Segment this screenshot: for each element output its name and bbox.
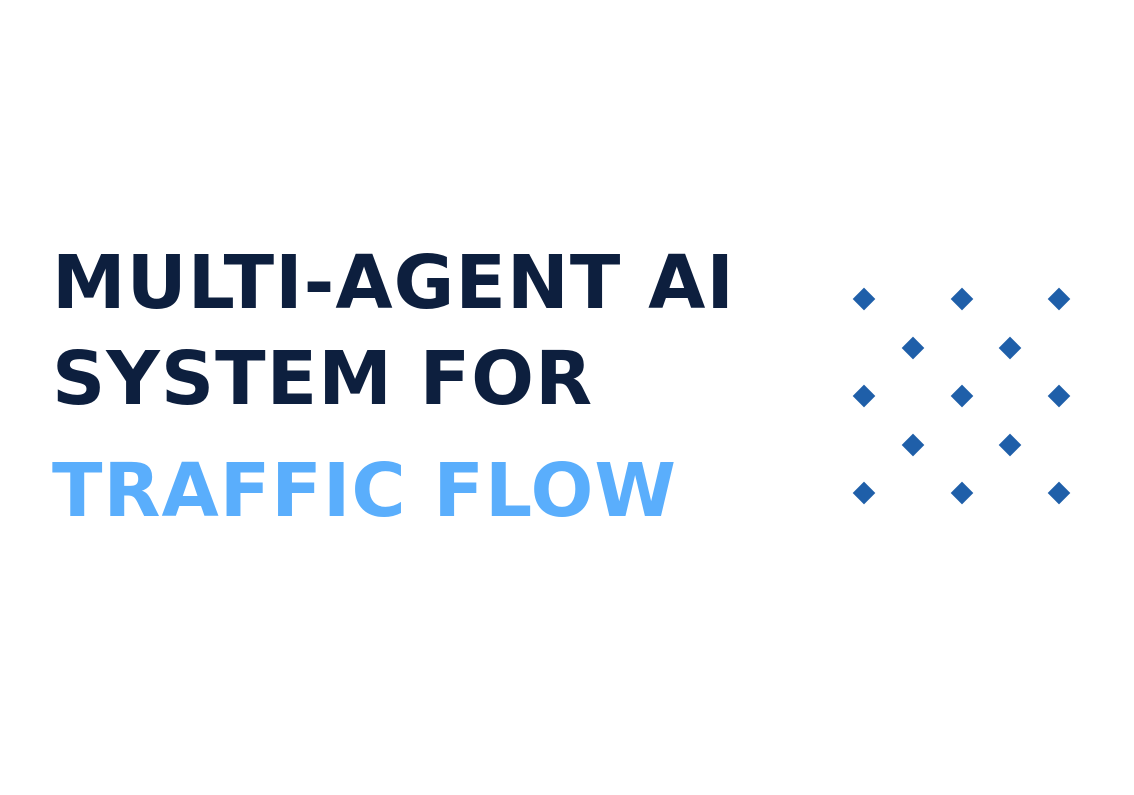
diamond-icon bbox=[950, 481, 974, 505]
title-line-1: MULTI-AGENT AI bbox=[52, 240, 735, 326]
diamond-icon bbox=[901, 336, 925, 360]
diamond-icon bbox=[852, 481, 876, 505]
diamond-lattice-icon bbox=[845, 280, 1085, 520]
title-block: MULTI-AGENT AI SYSTEM FOR TRAFFIC FLOW bbox=[52, 246, 812, 550]
diamond-icon bbox=[852, 287, 876, 311]
diamond-icon bbox=[998, 336, 1022, 360]
diamond-icon bbox=[950, 287, 974, 311]
diamond-icon bbox=[950, 384, 974, 408]
diamond-icon bbox=[1047, 481, 1071, 505]
title-line-2: SYSTEM FOR bbox=[52, 336, 594, 422]
diamond-icon bbox=[852, 384, 876, 408]
diamond-icon bbox=[1047, 384, 1071, 408]
diamond-icon bbox=[998, 433, 1022, 457]
title-line-3-accent: TRAFFIC FLOW bbox=[52, 448, 678, 534]
diamond-icon bbox=[901, 433, 925, 457]
diamond-icon bbox=[1047, 287, 1071, 311]
